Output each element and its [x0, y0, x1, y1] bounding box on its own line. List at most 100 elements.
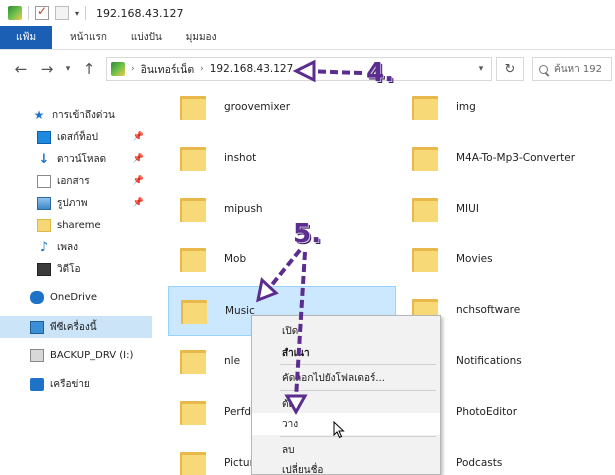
sidebar-item-label: พีซีเครื่องนี้ — [50, 321, 97, 333]
folder-name: groovemixer — [224, 101, 291, 113]
separator — [85, 6, 87, 20]
context-menu-rename[interactable]: เปลี่ยนชื่อ — [252, 459, 440, 475]
folder-item[interactable]: mipush — [168, 184, 396, 234]
tab-share[interactable]: แบ่งปัน — [119, 26, 174, 49]
sidebar-item-backup-drive[interactable]: BACKUP_DRV (I:) — [0, 344, 152, 366]
sidebar-item-this-pc[interactable]: พีซีเครื่องนี้ — [0, 316, 152, 338]
sidebar-item-shareme[interactable]: shareme — [0, 214, 152, 236]
folder-icon — [180, 196, 206, 222]
sidebar-item-label: เดสก์ท็อป — [57, 131, 99, 143]
context-menu-paste[interactable]: วาง — [252, 413, 440, 435]
forward-button[interactable]: → — [34, 56, 60, 82]
sidebar-item-quick-access[interactable]: ★ การเข้าถึงด่วน — [0, 104, 152, 126]
tab-home[interactable]: หน้าแรก — [52, 26, 119, 49]
folder-item[interactable]: img — [400, 82, 615, 132]
context-menu-cut[interactable]: ตัด — [252, 393, 440, 415]
folder-item[interactable]: inshot — [168, 133, 396, 183]
folder-icon — [180, 94, 206, 120]
sidebar-item-onedrive[interactable]: OneDrive — [0, 286, 152, 308]
recent-locations-button[interactable]: ▾ — [60, 56, 76, 82]
up-button[interactable]: ↑ — [76, 56, 102, 82]
folder-name: Mob — [224, 253, 247, 265]
sidebar-item-pictures[interactable]: รูปภาพ 📌 — [0, 192, 152, 214]
folder-item[interactable]: groovemixer — [168, 82, 396, 132]
folder-icon — [180, 246, 206, 272]
sidebar-item-label: ดาวน์โหลด — [57, 153, 107, 165]
arrow-left-icon: ← — [14, 60, 28, 78]
sidebar-item-label: เอกสาร — [57, 175, 90, 187]
menu-separator — [280, 436, 436, 437]
folder-name: PhotoEditor — [456, 406, 518, 418]
sidebar-item-label: รูปภาพ — [57, 197, 88, 209]
sidebar-item-desktop[interactable]: เดสก์ท็อป 📌 — [0, 126, 152, 148]
folder-icon — [180, 145, 206, 171]
address-dropdown-icon[interactable]: ▾ — [471, 58, 491, 80]
folder-icon — [180, 399, 206, 425]
annotation-step-4: 4. — [366, 58, 394, 88]
pin-icon[interactable]: 📌 — [133, 198, 144, 208]
folder-icon — [180, 450, 206, 475]
sidebar-item-network[interactable]: เครือข่าย — [0, 373, 152, 395]
breadcrumb-internet[interactable]: อินเทอร์เน็ต — [141, 61, 195, 78]
menu-separator — [280, 390, 436, 391]
folder-icon — [412, 196, 438, 222]
sidebar-item-label: shareme — [57, 219, 101, 231]
sidebar-item-documents[interactable]: เอกสาร 📌 — [0, 170, 152, 192]
sidebar-item-music[interactable]: ♪ เพลง — [0, 236, 152, 258]
search-box[interactable]: ค้นหา 192 — [532, 57, 612, 81]
breadcrumb-separator-icon[interactable]: › — [131, 64, 135, 74]
sidebar-item-label: การเข้าถึงด่วน — [52, 109, 115, 121]
refresh-button[interactable]: ↻ — [496, 57, 524, 81]
tab-view[interactable]: มุมมอง — [174, 26, 229, 49]
folder-item[interactable]: Movies — [400, 234, 615, 284]
folder-name: Notifications — [456, 355, 522, 367]
pin-icon[interactable]: 📌 — [133, 132, 144, 142]
breadcrumb-separator-icon[interactable]: › — [299, 64, 303, 74]
tab-file[interactable]: แฟ้ม — [0, 26, 52, 49]
search-placeholder: ค้นหา 192 — [554, 63, 602, 75]
folder-icon — [412, 145, 438, 171]
title-bar: ▾ 192.168.43.127 — [0, 0, 615, 26]
breadcrumb-separator-icon[interactable]: › — [200, 64, 204, 74]
folder-icon — [37, 218, 51, 232]
network-icon — [8, 6, 22, 20]
folder-item[interactable]: MIUI — [400, 184, 615, 234]
context-menu-copy[interactable]: สำเนา — [252, 342, 440, 364]
folder-name: img — [456, 101, 476, 113]
pin-icon[interactable]: 📌 — [133, 154, 144, 164]
document-icon — [37, 174, 51, 188]
folder-name: Movies — [456, 253, 493, 265]
window-title: 192.168.43.127 — [96, 6, 184, 20]
navigation-pane: ★ การเข้าถึงด่วน เดสก์ท็อป 📌 ↓ ดาวน์โหลด… — [0, 88, 158, 475]
folder-item[interactable]: M4A-To-Mp3-Converter — [400, 133, 615, 183]
sidebar-item-downloads[interactable]: ↓ ดาวน์โหลด 📌 — [0, 148, 152, 170]
new-folder-icon[interactable] — [55, 6, 69, 20]
folder-name: MIUI — [456, 203, 479, 215]
star-icon: ★ — [33, 107, 45, 122]
annotation-step-5: 5. — [293, 219, 321, 249]
context-menu-delete[interactable]: ลบ — [252, 439, 440, 461]
folder-icon — [181, 298, 207, 324]
network-icon — [30, 377, 44, 391]
desktop-icon — [37, 130, 51, 144]
computer-icon — [30, 320, 44, 334]
video-icon — [37, 262, 51, 276]
network-icon — [111, 62, 125, 76]
back-button[interactable]: ← — [8, 56, 34, 82]
quick-access-dropdown-icon[interactable]: ▾ — [75, 9, 79, 18]
folder-item[interactable]: Mob — [168, 234, 396, 284]
ribbon-tabs: แฟ้ม หน้าแรก แบ่งปัน มุมมอง — [0, 26, 615, 50]
properties-icon[interactable] — [35, 4, 49, 20]
sidebar-item-label: OneDrive — [50, 291, 98, 303]
pin-icon[interactable]: 📌 — [133, 176, 144, 186]
arrow-right-icon: → — [40, 60, 54, 78]
folder-name: nchsoftware — [456, 304, 521, 316]
address-bar[interactable]: › อินเทอร์เน็ต › 192.168.43.127 › ▾ — [106, 57, 492, 81]
breadcrumb-host[interactable]: 192.168.43.127 — [210, 63, 294, 75]
chevron-down-icon: ▾ — [65, 64, 71, 74]
context-menu-copy-to-folder[interactable]: คัดลอกไปยังโฟลเดอร์... — [252, 367, 440, 389]
folder-name: M4A-To-Mp3-Converter — [456, 152, 576, 164]
context-menu-open[interactable]: เปิด — [252, 320, 440, 342]
sidebar-item-label: เพลง — [57, 241, 79, 253]
sidebar-item-videos[interactable]: วิดีโอ — [0, 258, 152, 280]
